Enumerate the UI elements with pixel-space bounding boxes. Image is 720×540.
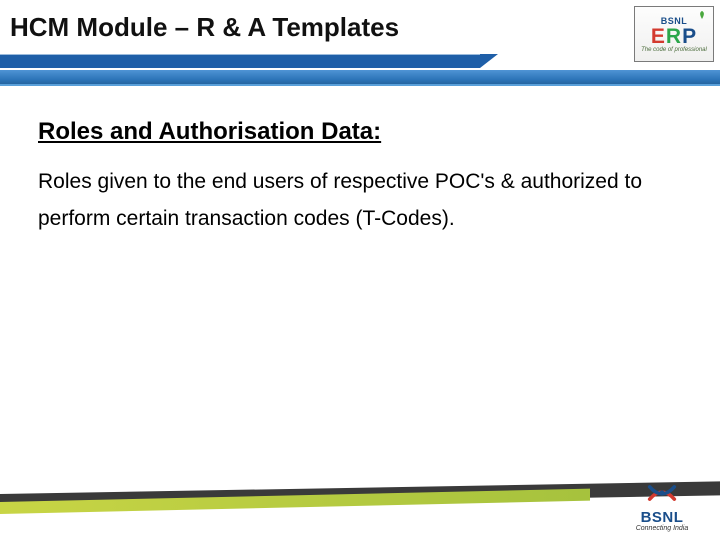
title-underline-bar xyxy=(0,54,480,68)
page-title: HCM Module – R & A Templates xyxy=(10,12,399,43)
bsnl-logo: BSNL Connecting India xyxy=(622,478,702,532)
content-area: Roles and Authorisation Data: Roles give… xyxy=(38,118,682,238)
erp-logo: BSNL ERP The code of professional xyxy=(634,6,714,62)
body-text: Roles given to the end users of respecti… xyxy=(38,164,682,238)
leaf-icon xyxy=(697,10,707,20)
slide: HCM Module – R & A Templates BSNL ERP Th… xyxy=(0,0,720,540)
bsnl-logo-tagline: Connecting India xyxy=(622,525,702,532)
erp-logo-tagline: The code of professional xyxy=(641,47,707,53)
erp-logo-small-text: BSNL xyxy=(661,16,688,26)
header: HCM Module – R & A Templates xyxy=(0,8,720,68)
bsnl-mark-icon xyxy=(622,478,702,508)
header-band xyxy=(0,70,720,86)
section-heading: Roles and Authorisation Data: xyxy=(38,118,682,146)
footer-swoosh xyxy=(0,486,720,514)
bsnl-logo-name: BSNL xyxy=(622,510,702,525)
title-underline-arrow xyxy=(480,54,498,68)
erp-logo-main-text: ERP xyxy=(651,26,697,47)
